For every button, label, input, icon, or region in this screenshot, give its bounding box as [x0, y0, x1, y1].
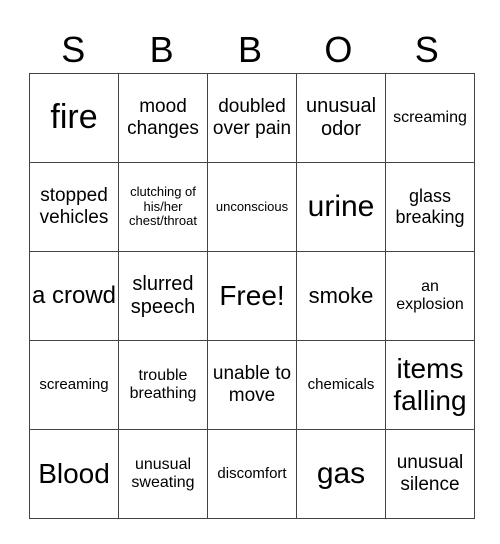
bingo-cell[interactable]: items falling: [385, 340, 475, 430]
bingo-cell[interactable]: an explosion: [385, 251, 475, 341]
bingo-cell[interactable]: fire: [29, 73, 119, 163]
bingo-cell[interactable]: unusual odor: [296, 73, 386, 163]
header-letter: O: [324, 29, 353, 70]
bingo-cell[interactable]: Blood: [29, 429, 119, 519]
bingo-cell[interactable]: stopped vehicles: [29, 162, 119, 252]
bingo-cell[interactable]: glass breaking: [385, 162, 475, 252]
bingo-cell[interactable]: a crowd: [29, 251, 119, 341]
board-row: fire mood changes doubled over pain unusual…: [29, 73, 475, 163]
header-letter: B: [237, 29, 262, 70]
bingo-cell[interactable]: unconscious: [207, 162, 297, 252]
board-row: screaming trouble breathing unable to move…: [29, 340, 475, 430]
bingo-cell[interactable]: doubled over pain: [207, 73, 297, 163]
header-letter: S: [414, 29, 439, 70]
bingo-header: S B B O S: [29, 28, 471, 72]
bingo-cell[interactable]: screaming: [29, 340, 119, 430]
bingo-cell[interactable]: mood changes: [118, 73, 208, 163]
header-letter: S: [61, 29, 86, 70]
bingo-cell[interactable]: chemicals: [296, 340, 386, 430]
board-row: stopped vehicles clutching of his/her che…: [29, 162, 475, 252]
board-row: a crowd slurred speech Free! smoke an explos…: [29, 251, 475, 341]
bingo-cell[interactable]: trouble breathing: [118, 340, 208, 430]
bingo-board: fire mood changes doubled over pain unusual…: [29, 73, 475, 519]
free-space-cell[interactable]: Free!: [207, 251, 297, 341]
bingo-cell[interactable]: screaming: [385, 73, 475, 163]
bingo-cell[interactable]: unable to move: [207, 340, 297, 430]
bingo-cell[interactable]: smoke: [296, 251, 386, 341]
bingo-cell[interactable]: slurred speech: [118, 251, 208, 341]
bingo-cell[interactable]: clutching of his/her chest/throat: [118, 162, 208, 252]
bingo-cell[interactable]: unusual silence: [385, 429, 475, 519]
bingo-cell[interactable]: urine: [296, 162, 386, 252]
bingo-cell[interactable]: gas: [296, 429, 386, 519]
header-letter: B: [149, 29, 174, 70]
bingo-cell[interactable]: unusual sweating: [118, 429, 208, 519]
bingo-cell[interactable]: discomfort: [207, 429, 297, 519]
board-row: Blood unusual sweating discomfort gas unusua…: [29, 429, 475, 519]
